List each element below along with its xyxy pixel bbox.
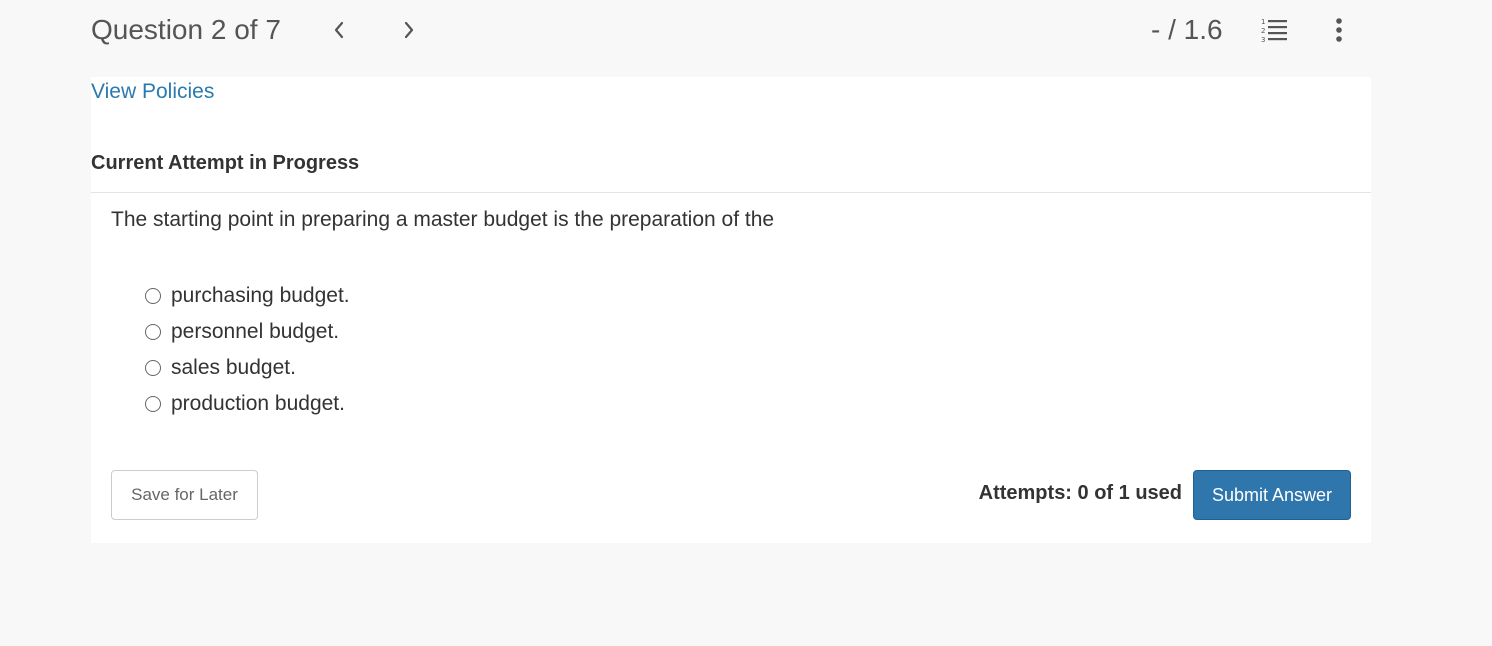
view-policies-link[interactable]: View Policies [91, 79, 214, 105]
submit-answer-button[interactable]: Submit Answer [1193, 470, 1351, 520]
answer-choice[interactable]: personnel budget. [145, 314, 350, 350]
divider [91, 192, 1371, 193]
question-header: Question 2 of 7 - / 1.6 1 2 3 [0, 0, 1492, 62]
answer-choices: purchasing budget. personnel budget. sal… [145, 278, 350, 422]
save-for-later-button[interactable]: Save for Later [111, 470, 258, 520]
attempt-heading: Current Attempt in Progress [91, 152, 360, 174]
vertical-ellipsis-icon [1336, 18, 1342, 42]
radio-button[interactable] [145, 396, 161, 412]
answer-choice-label: production budget. [171, 392, 345, 415]
answer-choice-label: purchasing budget. [171, 284, 350, 307]
svg-text:3: 3 [1261, 36, 1265, 44]
chevron-left-icon [334, 21, 344, 39]
radio-button[interactable] [145, 324, 161, 340]
answer-choice[interactable]: sales budget. [145, 350, 350, 386]
chevron-right-icon [404, 21, 414, 39]
radio-button[interactable] [145, 288, 161, 304]
svg-text:2: 2 [1261, 27, 1265, 35]
svg-text:1: 1 [1261, 18, 1265, 26]
answer-choice-label: personnel budget. [171, 320, 340, 343]
answer-choice-label: sales budget. [171, 356, 296, 379]
question-list-button[interactable]: 1 2 3 [1258, 14, 1290, 46]
question-text: The starting point in preparing a master… [111, 208, 775, 231]
radio-button[interactable] [145, 360, 161, 376]
next-question-button[interactable] [395, 16, 423, 44]
previous-question-button[interactable] [325, 16, 353, 44]
answer-choice[interactable]: purchasing budget. [145, 278, 350, 314]
more-options-button[interactable] [1324, 14, 1354, 46]
score-display: - / 1.6 [1151, 14, 1223, 45]
answer-choice[interactable]: production budget. [145, 386, 350, 422]
question-counter: Question 2 of 7 [91, 14, 281, 45]
question-card: View Policies Current Attempt in Progres… [91, 77, 1371, 543]
attempts-counter: Attempts: 0 of 1 used [978, 482, 1182, 504]
numbered-list-icon: 1 2 3 [1261, 18, 1287, 44]
